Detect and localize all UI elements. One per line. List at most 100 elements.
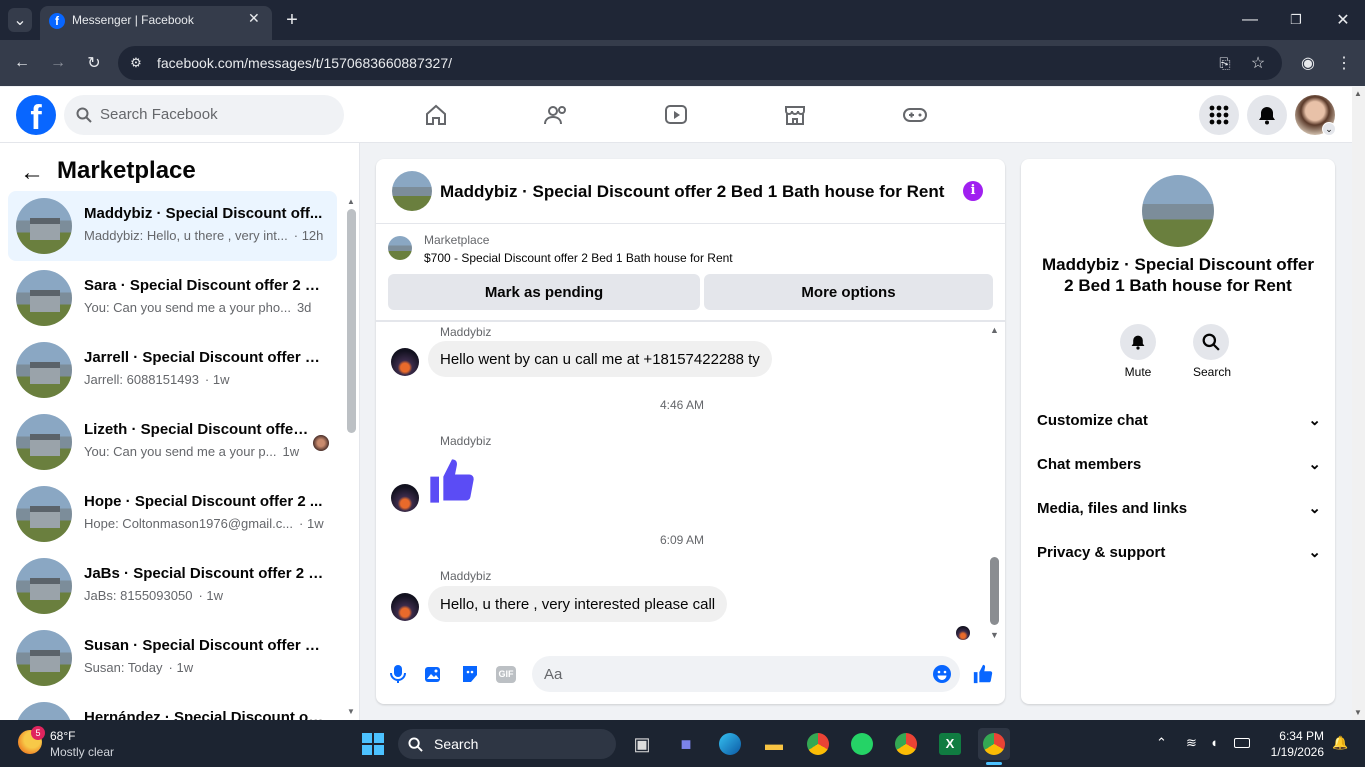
gaming-icon[interactable] [895,95,935,135]
new-tab-button[interactable]: + [280,8,304,32]
chevron-down-icon: ⌄ [1308,500,1321,517]
scroll-down-icon[interactable]: ▼ [1354,708,1362,717]
show-hidden-icons[interactable]: ⌃ [1156,735,1167,751]
bookmark-star-icon[interactable]: ☆ [1246,51,1270,75]
tab-search-button[interactable]: ⌄ [8,8,32,32]
forward-button[interactable]: → [46,51,70,75]
listing-description[interactable]: $700 - Special Discount offer 2 Bed 1 Ba… [424,251,733,265]
chat-scrollbar-thumb[interactable] [990,557,999,625]
volume-icon[interactable]: ◖ [1210,735,1218,750]
excel-icon[interactable]: X [934,728,966,760]
site-info-icon[interactable]: ⚙ [124,51,148,75]
facebook-logo[interactable]: f [16,95,56,135]
sender-avatar[interactable] [391,348,419,376]
scroll-up-icon[interactable]: ▲ [990,325,999,335]
clock-date[interactable]: 1/19/2026 [1260,745,1324,759]
conversation-item[interactable]: Jarrell · Special Discount offer 2 ... J… [8,335,337,405]
emoji-icon[interactable] [932,664,952,684]
search-input[interactable]: Search Facebook [64,95,344,135]
more-options-button[interactable]: More options [704,274,993,310]
conversation-item[interactable]: Hope · Special Discount offer 2 ... Hope… [8,479,337,549]
chevron-down-icon: ⌄ [1308,544,1321,561]
whatsapp-icon[interactable] [846,728,878,760]
message-sender: Maddybiz [440,434,492,448]
sender-avatar[interactable] [391,484,419,512]
browser-tab[interactable]: f Messenger | Facebook ✕ [40,6,272,40]
weather-temp[interactable]: 68°F [50,729,75,743]
friends-icon[interactable] [536,95,576,135]
search-placeholder: Search Facebook [100,106,218,123]
teams-icon[interactable]: ■ [670,728,702,760]
conversation-time: · 1w [299,516,324,531]
customize-chat-section[interactable]: Customize chat ⌄ [1037,402,1321,438]
listing-photo[interactable] [1142,175,1214,247]
message-input[interactable]: Aa [532,656,960,692]
chat-members-section[interactable]: Chat members ⌄ [1037,446,1321,482]
close-tab-icon[interactable]: ✕ [248,10,260,27]
chrome-icon[interactable] [802,728,834,760]
weather-condition[interactable]: Mostly clear [50,745,114,759]
info-icon[interactable]: i [963,181,983,201]
task-view-icon[interactable]: ▣ [626,728,658,760]
windows-start-icon[interactable] [362,733,384,755]
scroll-down-icon[interactable]: ▼ [990,630,999,640]
conversation-title: Lizeth · Special Discount offer ... [84,421,309,438]
listing-thumbnail [16,630,72,686]
account-chevron-icon[interactable]: ⌄ [1322,122,1336,136]
chevron-down-icon: ⌄ [1308,412,1321,429]
scroll-up-icon[interactable]: ▲ [347,197,355,206]
chrome-profile-icon[interactable] [890,728,922,760]
notifications-bell-icon[interactable] [1247,95,1287,135]
taskbar-search[interactable]: Search [398,729,616,759]
chat-title[interactable]: Maddybiz · Special Discount offer 2 Bed … [440,182,944,202]
conversation-item[interactable]: Hernández · Special Discount of... [8,695,337,720]
conversation-time: · 1w [204,372,230,387]
notification-bell-icon[interactable]: 🔔 [1332,735,1348,751]
conversation-item[interactable]: Susan · Special Discount offer 2 ... Sus… [8,623,337,693]
profile-icon[interactable]: ◉ [1296,51,1320,75]
chat-avatar[interactable] [392,171,432,211]
conversation-item[interactable]: Maddybiz · Special Discount off... Maddy… [8,191,337,261]
file-explorer-icon[interactable]: ▬ [758,728,790,760]
page-scrollbar[interactable] [1352,87,1365,720]
message-bubble[interactable]: Hello went by can u call me at +18157422… [428,341,772,377]
search-in-chat-button[interactable] [1193,324,1229,360]
photo-icon[interactable] [424,664,444,684]
listing-thumbnail [16,198,72,254]
minimize-button[interactable]: — [1238,8,1262,32]
back-button[interactable]: ← [10,51,34,75]
install-app-icon[interactable]: ⎘ [1213,51,1237,75]
video-icon[interactable] [656,95,696,135]
battery-icon[interactable] [1234,738,1250,748]
gif-icon[interactable]: GIF [496,666,516,683]
message-bubble[interactable]: Hello, u there , very interested please … [428,586,728,622]
restore-button[interactable]: ❐ [1284,8,1308,32]
home-icon[interactable] [416,95,456,135]
scroll-down-icon[interactable]: ▼ [347,707,355,716]
address-bar[interactable]: ⚙ facebook.com/messages/t/15706836608873… [118,46,1282,80]
mute-button[interactable] [1120,324,1156,360]
menu-grid-icon[interactable] [1199,95,1239,135]
list-scrollbar-thumb[interactable] [347,209,356,433]
privacy-support-section[interactable]: Privacy & support ⌄ [1037,534,1321,570]
media-files-links-section[interactable]: Media, files and links ⌄ [1037,490,1321,526]
conversation-item[interactable]: Sara · Special Discount offer 2 B... You… [8,263,337,333]
back-arrow-icon[interactable]: ← [20,159,44,187]
wifi-icon[interactable]: ≋ [1186,735,1197,751]
conversation-item[interactable]: Lizeth · Special Discount offer ... You:… [8,407,337,477]
sticker-icon[interactable] [460,664,480,684]
mark-as-pending-button[interactable]: Mark as pending [388,274,700,310]
chrome-active-icon[interactable] [978,728,1010,760]
marketplace-icon[interactable] [775,95,815,135]
scroll-up-icon[interactable]: ▲ [1354,89,1362,98]
close-window-button[interactable]: ✕ [1331,8,1355,32]
clock-time[interactable]: 6:34 PM [1276,729,1324,743]
edge-icon[interactable] [714,728,746,760]
sender-avatar[interactable] [391,593,419,621]
browser-menu-icon[interactable]: ⋮ [1332,51,1356,75]
like-icon[interactable] [972,663,994,685]
conversation-item[interactable]: JaBs · Special Discount offer 2 B... JaB… [8,551,337,621]
microphone-icon[interactable] [389,664,407,684]
thumbs-up-sticker-icon[interactable] [426,455,478,507]
reload-button[interactable]: ↻ [82,51,106,75]
